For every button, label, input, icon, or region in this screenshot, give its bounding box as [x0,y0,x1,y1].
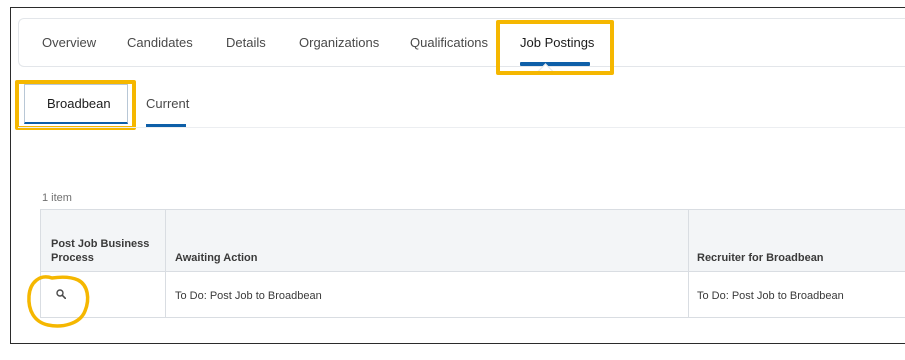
column-header-recruiter-for-broadbean[interactable]: Recruiter for Broadbean [697,251,824,265]
subtab-divider [18,127,905,128]
tab-overview[interactable]: Overview [42,35,96,50]
column-header-post-job-business-process[interactable]: Post Job Business Process [51,237,156,265]
column-header-awaiting-action[interactable]: Awaiting Action [175,251,258,265]
tab-candidates[interactable]: Candidates [127,35,193,50]
cell-recruiter[interactable]: To Do: Post Job to Broadbean [697,290,844,302]
highlight-job-postings-tab [496,20,614,75]
cell-awaiting-action[interactable]: To Do: Post Job to Broadbean [175,290,322,302]
results-grid: Post Job Business Process Awaiting Actio… [40,209,905,318]
tab-details[interactable]: Details [226,35,266,50]
column-divider [688,210,689,317]
tab-organizations[interactable]: Organizations [299,35,379,50]
item-count: 1 item [42,192,72,204]
subtab-current[interactable]: Current [146,96,189,111]
column-divider [165,210,166,317]
highlight-broadbean-subtab [15,80,136,130]
search-icon[interactable] [56,289,66,299]
tab-qualifications[interactable]: Qualifications [410,35,488,50]
